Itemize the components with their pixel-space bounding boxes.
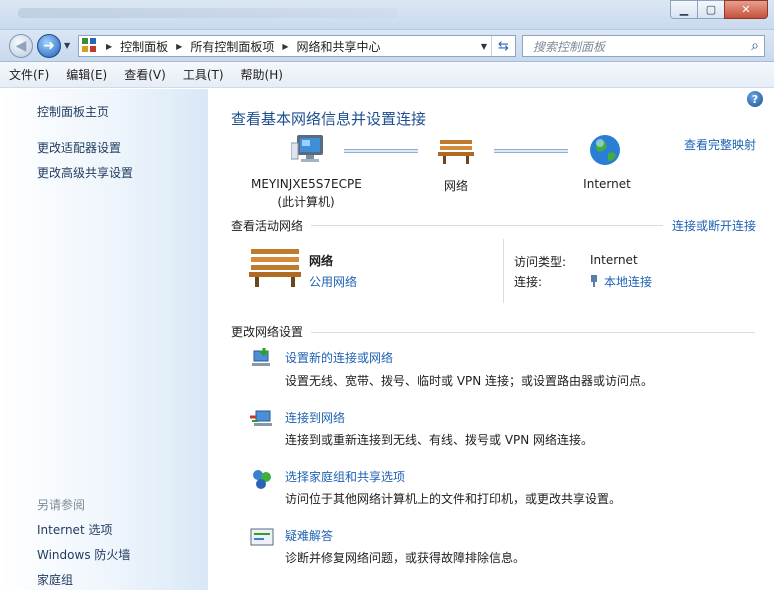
refresh-icon: ⇆ [498,38,509,54]
troubleshoot-icon [250,528,274,546]
window-controls: ▁ ▢ ✕ [670,0,768,19]
connect-to-network-icon [250,410,272,426]
local-connection-link[interactable]: 本地连接 [590,273,652,290]
window-title-blur [18,8,398,18]
this-computer-label: (此计算机) [277,195,335,209]
back-arrow-icon: ◀ [15,38,27,54]
task-troubleshoot-link[interactable]: 疑难解答 [285,527,333,544]
main-content: ? 查看基本网络信息并设置连接 查看完整映射 MEYINJXE5S7ECPE (… [209,89,774,590]
active-network-name: 网络 [309,254,334,268]
search-input[interactable]: 搜索控制面板 [533,38,605,55]
see-also-heading: 另请参阅 [37,498,86,512]
breadcrumb-arrow-icon[interactable]: ▶ [176,42,182,51]
address-bar[interactable]: ▶ 控制面板 ▶ 所有控制面板项 ▶ 网络和共享中心 ▼ ⇆ [78,35,516,57]
homegroup-link[interactable]: 家庭组 [37,571,73,588]
network-bench-icon [438,140,474,164]
recent-pages-dropdown[interactable]: ▼ [64,41,70,50]
restore-icon: ▢ [705,3,717,16]
local-connection-text[interactable]: 本地连接 [604,275,652,289]
breadcrumb: ▶ 控制面板 ▶ 所有控制面板项 ▶ 网络和共享中心 [98,38,381,55]
connection-line-computer-network [344,149,418,153]
task-connect-network-link[interactable]: 连接到网络 [285,409,345,426]
computer-icon [291,135,323,162]
menu-bar: 文件(F) 编辑(E) 查看(V) 工具(T) 帮助(H) [0,62,774,88]
section-divider [311,225,663,226]
menu-help[interactable]: 帮助(H) [241,66,283,83]
help-icon[interactable]: ? [747,91,763,107]
address-dropdown-icon[interactable]: ▼ [481,42,487,51]
internet-options-link[interactable]: Internet 选项 [37,521,112,538]
computer-name-label: MEYINJXE5S7ECPE [251,177,362,191]
minimize-button[interactable]: ▁ [670,0,698,19]
connection-label: 连接: [514,275,543,289]
close-icon: ✕ [741,3,751,16]
access-type-value: Internet [590,253,638,267]
new-connection-icon [252,348,270,366]
refresh-button[interactable]: ⇆ [491,36,515,56]
task-troubleshoot-desc: 诊断并修复网络问题，或获得故障排除信息。 [285,551,526,565]
minimize-icon: ▁ [679,3,689,16]
ethernet-plug-icon [591,275,597,287]
task-homegroup-link[interactable]: 选择家庭组和共享选项 [285,468,405,485]
task-setup-connection-link[interactable]: 设置新的连接或网络 [285,349,393,366]
control-panel-home-link[interactable]: 控制面板主页 [37,103,109,120]
homegroup-sharing-icon [253,470,271,489]
breadcrumb-item-control-panel[interactable]: 控制面板 [120,38,168,55]
menu-file[interactable]: 文件(F) [9,66,49,83]
back-button[interactable]: ◀ [9,34,33,58]
search-box[interactable]: 搜索控制面板 ⌕ [522,35,765,57]
internet-node-label: Internet [583,177,631,191]
menu-tools[interactable]: 工具(T) [183,66,224,83]
maximize-button[interactable]: ▢ [697,0,725,19]
section-divider [311,332,755,333]
left-pane: 控制面板主页 更改适配器设置 更改高级共享设置 另请参阅 Internet 选项… [0,89,208,590]
task-homegroup-desc: 访问位于其他网络计算机上的文件和打印机，或更改共享设置。 [285,492,622,506]
menu-view[interactable]: 查看(V) [124,66,166,83]
page-title: 查看基本网络信息并设置连接 [231,110,427,128]
breadcrumb-item-all-items[interactable]: 所有控制面板项 [190,38,274,55]
forward-arrow-icon: ➜ [43,38,55,54]
vertical-divider [503,239,504,303]
breadcrumb-arrow-icon[interactable]: ▶ [282,42,288,51]
forward-button[interactable]: ➜ [37,34,61,58]
active-network-bench-icon [249,249,301,287]
title-bar: ▁ ▢ ✕ [0,0,774,30]
menu-edit[interactable]: 编辑(E) [66,66,107,83]
change-network-settings-heading: 更改网络设置 [231,325,304,339]
windows-firewall-link[interactable]: Windows 防火墙 [37,546,130,563]
task-connect-network-desc: 连接到或重新连接到无线、有线、拨号或 VPN 网络连接。 [285,433,594,447]
control-panel-icon [82,38,98,54]
internet-globe-icon [590,135,620,165]
task-setup-connection-desc: 设置无线、宽带、拨号、临时或 VPN 连接；或设置路由器或访问点。 [285,374,654,388]
active-networks-heading: 查看活动网络 [231,219,304,233]
breadcrumb-item-network-center[interactable]: 网络和共享中心 [297,38,381,55]
network-node-label: 网络 [443,179,468,193]
network-type-link[interactable]: 公用网络 [309,273,357,290]
connect-disconnect-link[interactable]: 连接或断开连接 [672,217,756,234]
close-button[interactable]: ✕ [724,0,768,19]
breadcrumb-arrow-icon[interactable]: ▶ [106,42,112,51]
change-adapter-settings-link[interactable]: 更改适配器设置 [37,139,121,156]
change-advanced-sharing-link[interactable]: 更改高级共享设置 [37,164,133,181]
navigation-bar: ◀ ➜ ▼ ▶ 控制面板 ▶ 所有控制面板项 ▶ 网络和共享中心 ▼ ⇆ 搜索控… [0,30,774,62]
access-type-label: 访问类型: [514,255,567,269]
search-icon[interactable]: ⌕ [751,38,759,54]
connection-line-network-internet [494,149,568,153]
view-full-map-link[interactable]: 查看完整映射 [684,136,756,153]
